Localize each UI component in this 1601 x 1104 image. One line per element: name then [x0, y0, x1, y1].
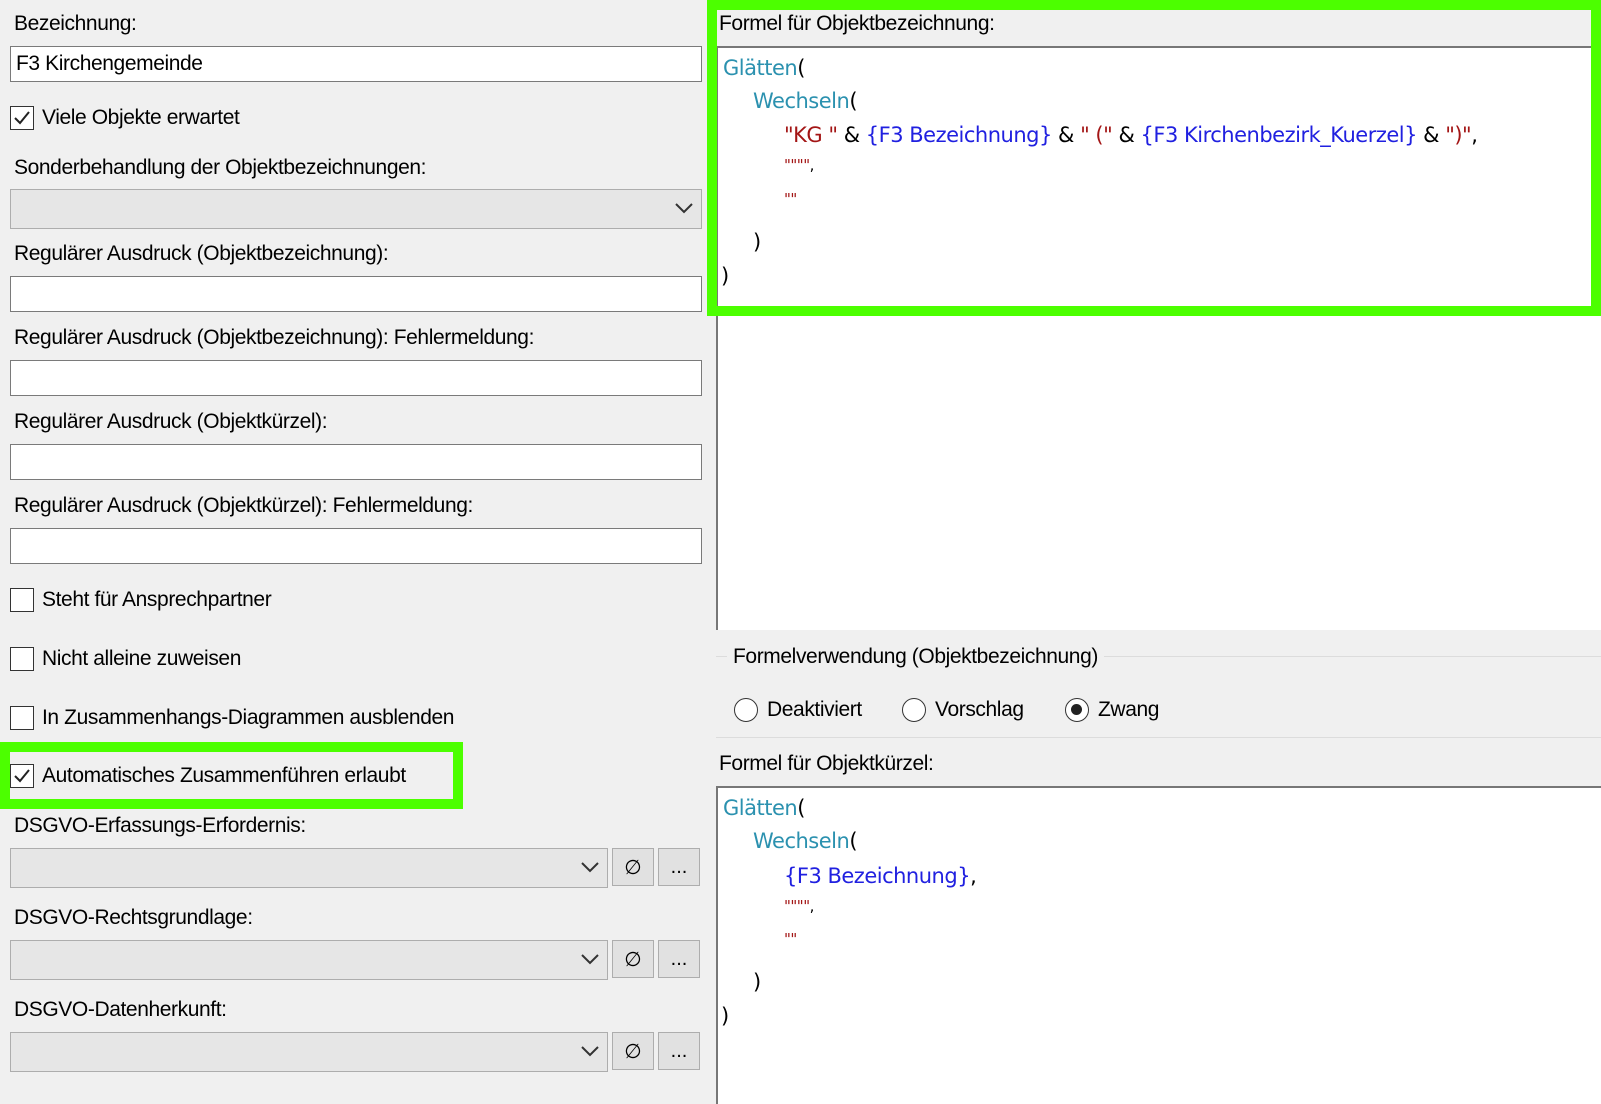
radio-deaktiviert-label: Deaktiviert — [767, 698, 862, 721]
radio-vorschlag[interactable]: Vorschlag — [902, 698, 1024, 722]
code-operator: & — [1112, 123, 1141, 147]
code-string: ")" — [1445, 123, 1472, 147]
chevron-down-icon — [581, 954, 599, 965]
code-operator: & — [1051, 123, 1081, 147]
code-string: "" — [784, 190, 797, 208]
ansprechpartner-checkbox[interactable]: Steht für Ansprechpartner — [10, 588, 272, 612]
formula-kurz-editor[interactable]: Glätten( Wechseln( {F3 Bezeichnung}, """… — [716, 786, 1601, 1104]
sonderbehandlung-select[interactable] — [10, 189, 702, 229]
code-line: Glätten( — [723, 56, 805, 80]
diagramme-checkbox[interactable]: In Zusammenhangs-Diagrammen ausblenden — [10, 706, 454, 730]
formula-bez-label: Formel für Objektbezeichnung: — [719, 12, 995, 35]
checkbox-checked-icon — [10, 106, 34, 130]
code-line: Glätten( — [723, 796, 805, 820]
chevron-down-icon — [581, 862, 599, 873]
code-comma: , — [1471, 123, 1478, 147]
code-comma: , — [970, 864, 977, 888]
code-operator: & — [837, 123, 866, 147]
code-comma: , — [809, 897, 815, 915]
bezeichnung-input[interactable]: F3 Kirchengemeinde — [10, 46, 702, 82]
sonderbehandlung-label: Sonderbehandlung der Objektbezeichnungen… — [14, 156, 427, 179]
nicht-alleine-checkbox[interactable]: Nicht alleine zuweisen — [10, 647, 241, 671]
checkbox-unchecked-icon — [10, 706, 34, 730]
code-comma: , — [809, 156, 815, 174]
code-function: Wechseln — [753, 829, 850, 853]
code-field: {F3 Bezeichnung} — [784, 864, 971, 888]
dsgvo-recht-more-button[interactable]: ... — [658, 940, 700, 978]
regex-bez-err-input[interactable] — [10, 360, 702, 396]
radio-deaktiviert[interactable]: Deaktiviert — [734, 698, 862, 722]
regex-bez-err-label: Regulärer Ausdruck (Objektbezeichnung): … — [14, 326, 535, 349]
code-function: Wechseln — [753, 89, 850, 113]
code-line: "" — [784, 190, 797, 208]
code-line: "KG " & {F3 Bezeichnung} & " (" & {F3 Ki… — [784, 123, 1478, 147]
code-paren: ( — [797, 796, 805, 820]
code-line: Wechseln( — [753, 89, 858, 113]
code-string: "" — [784, 930, 797, 948]
code-string: """" — [784, 156, 810, 174]
radio-unselected-icon — [734, 698, 758, 722]
nicht-alleine-label: Nicht alleine zuweisen — [42, 647, 241, 670]
code-line: """", — [784, 156, 814, 174]
regex-bez-input[interactable] — [10, 276, 702, 312]
code-paren: ( — [849, 89, 858, 113]
radio-zwang-label: Zwang — [1098, 698, 1160, 721]
checkbox-checked-icon — [10, 764, 34, 788]
code-line: {F3 Bezeichnung}, — [784, 864, 977, 888]
code-string: "KG " — [784, 123, 838, 147]
dsgvo-herkunft-label: DSGVO-Datenherkunft: — [14, 998, 227, 1021]
bezeichnung-label: Bezeichnung: — [14, 12, 137, 35]
code-string: " (" — [1080, 123, 1113, 147]
dsgvo-erfassung-label: DSGVO-Erfassungs-Erfordernis: — [14, 814, 306, 837]
code-paren: ( — [797, 56, 805, 80]
viele-objekte-label: Viele Objekte erwartet — [42, 106, 240, 129]
regex-kurz-label: Regulärer Ausdruck (Objektkürzel): — [14, 410, 328, 433]
checkbox-unchecked-icon — [10, 588, 34, 612]
dsgvo-erfassung-more-button[interactable]: ... — [658, 848, 700, 886]
code-line: Wechseln( — [753, 829, 858, 853]
code-line: ) — [721, 1004, 729, 1028]
auto-zusammen-checkbox[interactable]: Automatisches Zusammenführen erlaubt — [10, 764, 406, 788]
code-line: ) — [753, 230, 761, 254]
regex-kurz-input[interactable] — [10, 444, 702, 480]
regex-bez-label: Regulärer Ausdruck (Objektbezeichnung): — [14, 242, 389, 265]
code-operator: & — [1416, 123, 1446, 147]
code-function: Glätten — [723, 56, 798, 80]
code-line: """", — [784, 897, 814, 915]
code-field: {F3 Kirchenbezirk_Kuerzel} — [1140, 123, 1418, 147]
chevron-down-icon — [581, 1046, 599, 1057]
radio-selected-icon — [1065, 698, 1089, 722]
dsgvo-recht-select[interactable] — [10, 940, 608, 980]
regex-kurz-err-input[interactable] — [10, 528, 702, 564]
formula-kurz-label: Formel für Objektkürzel: — [719, 752, 934, 775]
auto-zusammen-label: Automatisches Zusammenführen erlaubt — [42, 764, 406, 787]
regex-kurz-err-label: Regulärer Ausdruck (Objektkürzel): Fehle… — [14, 494, 473, 517]
code-field: {F3 Bezeichnung} — [865, 123, 1053, 147]
code-line: ) — [721, 264, 729, 288]
dsgvo-recht-label: DSGVO-Rechtsgrundlage: — [14, 906, 253, 929]
code-line: "" — [784, 930, 797, 948]
radio-unselected-icon — [902, 698, 926, 722]
dsgvo-herkunft-more-button[interactable]: ... — [658, 1032, 700, 1070]
code-paren: ( — [849, 829, 858, 853]
chevron-down-icon — [675, 203, 693, 214]
ansprechpartner-label: Steht für Ansprechpartner — [42, 588, 272, 611]
checkbox-unchecked-icon — [10, 647, 34, 671]
radio-zwang[interactable]: Zwang — [1065, 698, 1159, 722]
dsgvo-erfassung-clear-button[interactable]: ∅ — [612, 848, 654, 886]
viele-objekte-checkbox[interactable]: Viele Objekte erwartet — [10, 106, 240, 130]
radio-vorschlag-label: Vorschlag — [935, 698, 1024, 721]
formula-bez-editor[interactable]: Glätten( Wechseln( "KG " & {F3 Bezeichnu… — [716, 46, 1601, 630]
dsgvo-recht-clear-button[interactable]: ∅ — [612, 940, 654, 978]
formelverwendung-label: Formelverwendung (Objektbezeichnung) — [727, 645, 1104, 669]
code-string: """" — [784, 897, 810, 915]
code-line: ) — [753, 970, 761, 994]
dsgvo-herkunft-select[interactable] — [10, 1032, 608, 1072]
diagramme-label: In Zusammenhangs-Diagrammen ausblenden — [42, 706, 455, 729]
dsgvo-erfassung-select[interactable] — [10, 848, 608, 888]
dsgvo-herkunft-clear-button[interactable]: ∅ — [612, 1032, 654, 1070]
code-function: Glätten — [723, 796, 798, 820]
